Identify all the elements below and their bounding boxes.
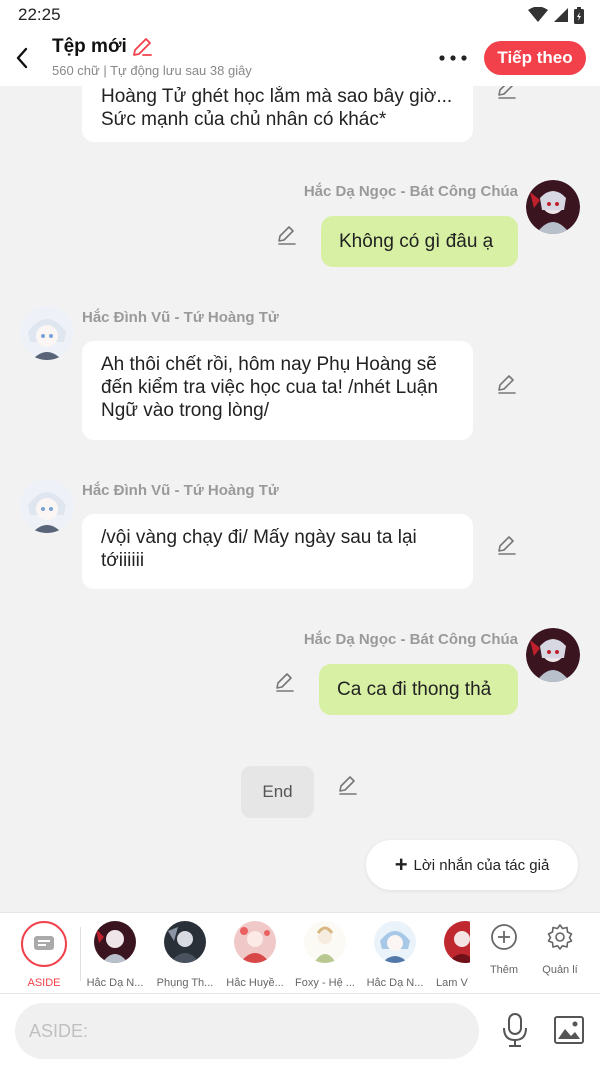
avatar — [94, 921, 136, 963]
avatar[interactable] — [20, 479, 74, 533]
character-chip-label: Hắc Dạ N... — [86, 977, 144, 989]
avatar — [304, 921, 346, 963]
message-text: Không có gì đâu ạ — [339, 231, 494, 252]
chat-area[interactable]: Hoàng Tử ghét học lắm mà sao bây giờ... … — [0, 86, 600, 912]
edit-message-icon[interactable] — [496, 86, 518, 100]
speaker-name: Hắc Dạ Ngọc - Bát Công Chúa — [303, 631, 518, 648]
avatar[interactable] — [20, 306, 74, 360]
aside-avatar — [21, 921, 67, 967]
character-chip[interactable]: Lam V — [430, 921, 470, 989]
aside-input[interactable]: ASIDE: — [15, 1003, 479, 1059]
wifi-icon — [528, 7, 548, 22]
character-chip-label: Hắc Dạ N... — [366, 977, 424, 989]
document-subtitle: 560 chữ | Tự động lưu sau 38 giây — [52, 63, 252, 78]
avatar[interactable] — [526, 180, 580, 234]
document-title-text: Tệp mới — [52, 36, 127, 57]
add-character-button[interactable]: Thêm — [479, 923, 529, 976]
document-title[interactable]: Tệp mới — [52, 36, 252, 58]
title-area: Tệp mới 560 chữ | Tự động lưu sau 38 giâ… — [52, 36, 252, 78]
next-button[interactable]: Tiếp theo — [484, 41, 586, 75]
end-marker[interactable]: End — [241, 766, 314, 818]
battery-icon — [574, 6, 584, 24]
edit-message-icon[interactable] — [274, 671, 296, 693]
edit-message-icon[interactable] — [276, 224, 298, 246]
manage-characters-button[interactable]: Quản lí — [535, 923, 585, 976]
avatar — [444, 921, 470, 963]
back-button[interactable] — [8, 42, 36, 74]
status-time: 22:25 — [18, 5, 61, 24]
status-bar: 22:25 — [0, 0, 600, 30]
message-text: Ca ca đi thong thả — [337, 679, 492, 700]
message-bubble[interactable]: /vội vàng chạy đi/ Mấy ngày sau ta lại t… — [82, 514, 473, 589]
character-chip-label: Lam V — [436, 977, 468, 989]
add-circle-icon — [491, 924, 517, 950]
author-note-label: Lời nhắn của tác giả — [413, 856, 550, 874]
rename-pencil-icon[interactable] — [131, 36, 153, 58]
character-chip-label: Phụng Th... — [156, 977, 214, 989]
author-note-button[interactable]: + Lời nhắn của tác giả — [366, 840, 578, 890]
speaker-name: Hắc Đình Vũ - Tứ Hoàng Tử — [82, 309, 279, 326]
more-options-button[interactable] — [438, 46, 468, 70]
character-chip[interactable]: Hắc Dạ N... — [80, 921, 150, 989]
microphone-icon[interactable] — [500, 1012, 530, 1048]
character-chip[interactable]: Foxy - Hệ ... — [290, 921, 360, 989]
chat-bubble-icon — [34, 936, 54, 950]
edit-end-icon[interactable] — [337, 774, 359, 796]
add-character-label: Thêm — [489, 964, 519, 976]
gear-icon — [547, 924, 573, 950]
character-chip-label: ASIDE — [27, 977, 61, 989]
image-icon[interactable] — [553, 1014, 585, 1046]
manage-characters-label: Quản lí — [542, 964, 578, 976]
character-bar: ASIDE Hắc Dạ N... Phụng Th... Hắc Huyề..… — [0, 912, 600, 994]
character-chip[interactable]: Phụng Th... — [150, 921, 220, 989]
edit-message-icon[interactable] — [496, 373, 518, 395]
character-chip-aside[interactable]: ASIDE — [9, 921, 79, 989]
character-chip-label: Hắc Huyề... — [226, 977, 284, 989]
avatar — [234, 921, 276, 963]
avatar — [164, 921, 206, 963]
signal-icon — [554, 8, 568, 22]
message-text: /vội vàng chạy đi/ Mấy ngày sau ta lại t… — [101, 527, 417, 571]
character-chip[interactable]: Hắc Huyề... — [220, 921, 290, 989]
edit-message-icon[interactable] — [496, 534, 518, 556]
character-chip[interactable]: Hắc Dạ N... — [360, 921, 430, 989]
status-icons — [528, 6, 584, 24]
avatar[interactable] — [526, 628, 580, 682]
input-bar: ASIDE: — [0, 994, 600, 1067]
more-dots-icon — [439, 55, 467, 61]
speaker-name: Hắc Dạ Ngọc - Bát Công Chúa — [303, 183, 518, 200]
avatar — [374, 921, 416, 963]
message-bubble[interactable]: Hoàng Tử ghét học lắm mà sao bây giờ... … — [82, 86, 473, 142]
app-bar: Tệp mới 560 chữ | Tự động lưu sau 38 giâ… — [0, 30, 600, 86]
message-text: Ah thôi chết rồi, hôm nay Phụ Hoàng sẽ đ… — [101, 354, 438, 421]
plus-icon: + — [394, 852, 408, 877]
message-text: Hoàng Tử ghét học lắm mà sao bây giờ... … — [101, 86, 453, 130]
message-bubble[interactable]: Ah thôi chết rồi, hôm nay Phụ Hoàng sẽ đ… — [82, 341, 473, 440]
message-bubble[interactable]: Không có gì đâu ạ — [321, 216, 518, 267]
speaker-name: Hắc Đình Vũ - Tứ Hoàng Tử — [82, 482, 279, 499]
chevron-left-icon — [16, 47, 28, 69]
message-bubble[interactable]: Ca ca đi thong thả — [319, 664, 518, 715]
character-chip-label: Foxy - Hệ ... — [295, 977, 355, 989]
